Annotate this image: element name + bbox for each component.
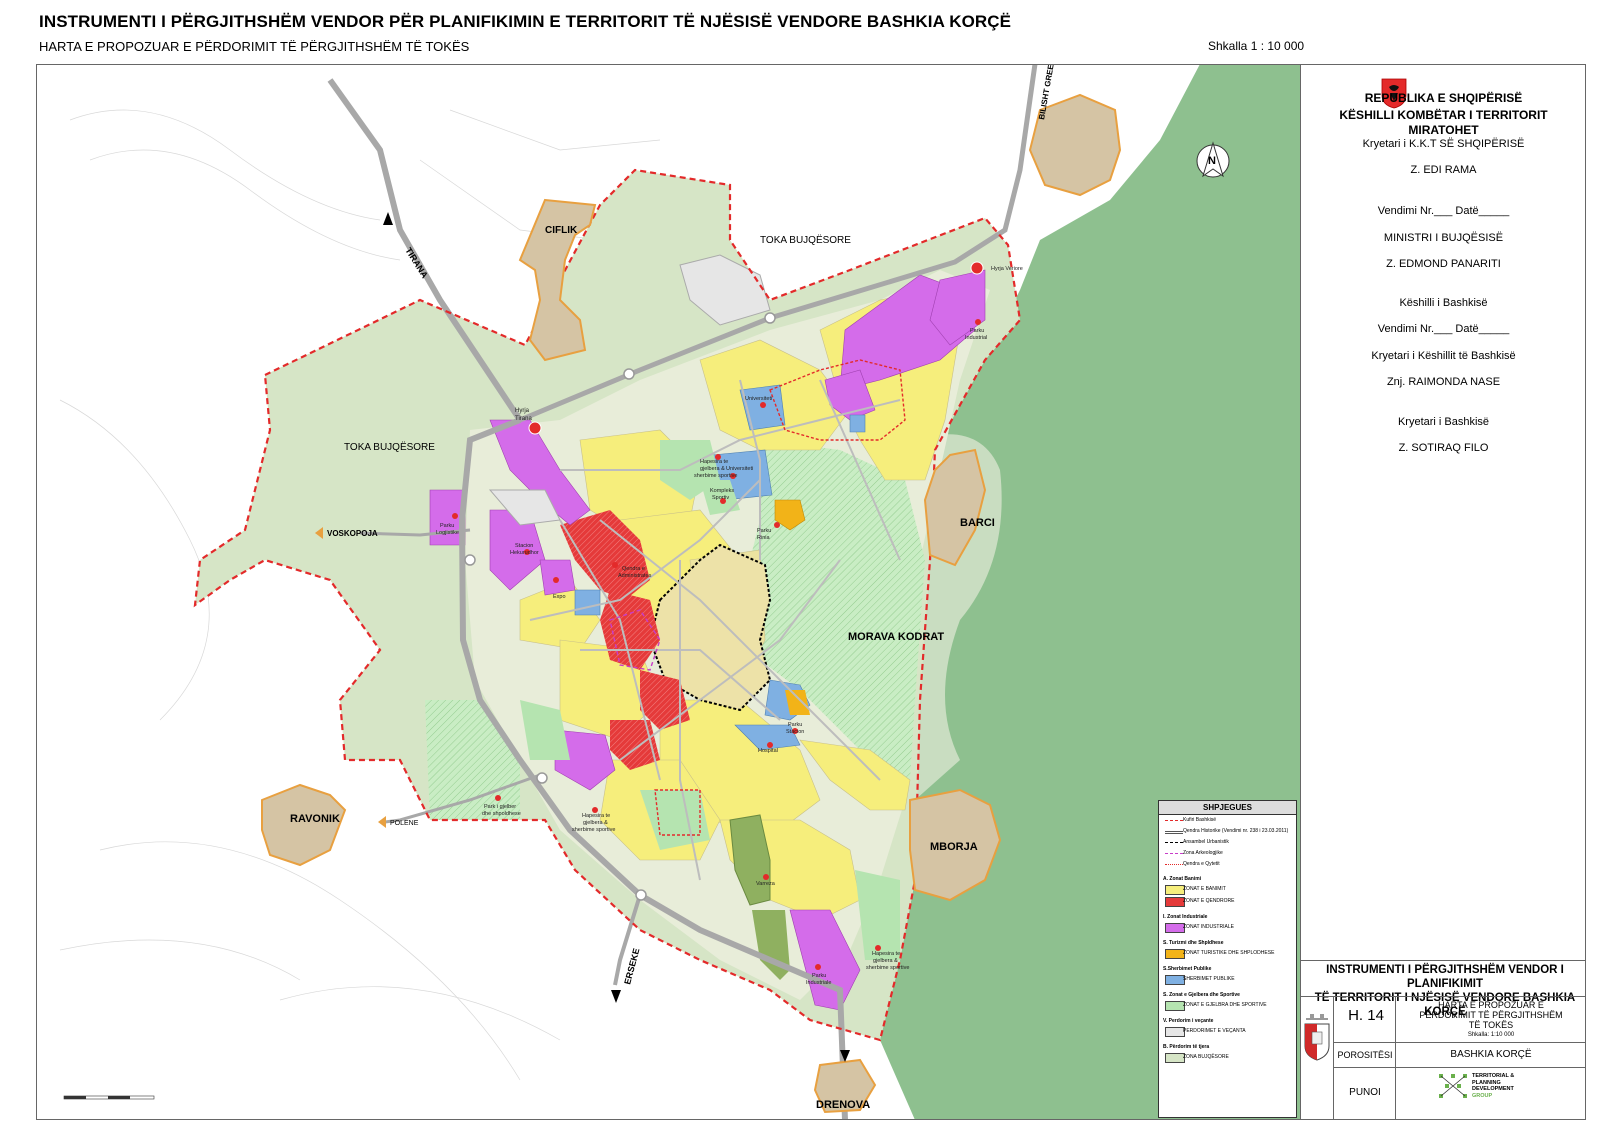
tpdg-logo-icon [1439,1074,1467,1098]
sidebar-vendimi-2: Vendimi Nr.___ Datë_____ [1377,323,1510,335]
sidebar-kryetari-kkt: Kryetari i K.K.T SË SHQIPËRISË [1362,138,1525,150]
sheet-scale: Shkalla: 1:10 000 [1467,1032,1515,1038]
sidebar-kkt: KËSHILLI KOMBËTAR I TERRITORIT [1339,108,1548,122]
porositesi-label: POROSITËSI [1337,1050,1393,1060]
sheet-title: HARTA E PROPOZUAR E PËRDORIMIT TË PËRGJI… [1398,1000,1584,1040]
sidebar-kryetari-bashkise: Kryetari i Bashkisë [1397,416,1490,428]
punoi-value-4: GROUP [1472,1092,1493,1099]
legend-swatch [1165,923,1185,933]
legend-item-label: SHERBIMET PUBLIKE [1183,976,1235,982]
legend-line-swatch [1165,853,1183,854]
legend-swatch [1165,1053,1185,1063]
sidebar-panariti: Z. EDMOND PANARITI [1386,258,1501,270]
legend-line-label: Ansambel Urbanistik [1183,839,1229,845]
legend-item-label: ZONAT E BANIMIT [1183,886,1226,892]
legend-swatch [1165,1001,1185,1011]
legend-item-label: ZONA BUJQËSORE [1183,1054,1229,1060]
legend-item-label: ZONAT INDUSTRIALE [1183,924,1234,930]
sheet-title-3: TË TOKËS [1468,1020,1514,1030]
legend-group-head: S.Sherbimet Publike [1163,966,1212,972]
title-block-heading-1: INSTRUMENTI I PËRGJITHSHËM VENDOR I PLAN… [1326,964,1564,990]
legend-line-label: Zona Arkeologjike [1183,850,1223,856]
legend-line-swatch [1165,820,1183,821]
map-subtitle: HARTA E PROPOZUAR E PËRDORIMIT TË PËRGJI… [39,39,470,54]
punoi-value-3: DEVELOPMENT [1472,1086,1514,1092]
legend-group-head: A. Zonat Banimi [1163,876,1202,882]
map-scale: Shkalla 1 : 10 000 [1208,39,1305,53]
legend-item-label: PERDORIMET E VEÇANTA [1183,1028,1246,1034]
legend-swatch [1165,897,1185,907]
sheet-number: H. 14 [1348,1007,1384,1024]
sidebar-filo: Z. SOTIRAQ FILO [1398,442,1489,454]
legend-line-swatch [1165,864,1183,865]
sidebar-nase: Znj. RAIMONDA NASE [1386,376,1501,388]
legend-line-label: Kufiri Bashkisë [1183,817,1217,823]
legend-group-head: I. Zonat Industriale [1163,914,1208,920]
sidebar-republika: REPUBLIKA E SHQIPËRISË [1364,91,1523,105]
legend-group-head: S. Zonat e Gjelbera dhe Sportive [1163,992,1240,998]
map-frame [36,64,1301,1120]
porositesi-value: BASHKIA KORÇË [1450,1049,1532,1060]
legend-swatch [1165,975,1185,985]
legend-swatch [1165,949,1185,959]
korce-emblem-icon [1304,1014,1330,1061]
sheet-title-2: PËRDORIMIT TË PËRGJITHSHËM [1419,1010,1563,1020]
legend-group-head: V. Perdorim i veçante [1163,1018,1214,1024]
punoi-value-1: TERRITORIAL & [1472,1073,1515,1079]
legend-group-head: S. Turizmi dhe Shpldhese [1163,940,1224,946]
legend-swatch [1165,1027,1185,1037]
legend-item-label: ZONAT TURISTIKE DHE SHPLODHESE [1183,950,1275,956]
sidebar-keshilli: Këshilli i Bashkisë [1399,297,1488,309]
legend-group-head: B. Përdorim të tjera [1163,1044,1210,1050]
sidebar-vendimi-1: Vendimi Nr.___ Datë_____ [1377,205,1510,217]
legend-item-label: ZONAT E QENDRORE [1183,898,1235,904]
legend-panel: SHPJEGUES Kufiri Bashkisë Qendra Historik… [1158,800,1297,1118]
legend-line-swatch [1165,842,1183,843]
legend-item-label: ZONAT E GJELBRA DHE SPORTIVE [1183,1002,1267,1008]
sidebar-kryetari-keshillit: Kryetari i Këshillit të Bashkisë [1371,350,1516,362]
legend-title: SHPJEGUES [1159,801,1296,815]
map-title: INSTRUMENTI I PËRGJITHSHËM VENDOR PËR PL… [39,12,1012,31]
legend-line-swatch [1165,831,1183,834]
legend-swatch [1165,885,1185,895]
legend-line-label: Qendra Historike (Vendimi nr. 238 i 23.0… [1183,828,1289,834]
sheet-title-1: HARTA E PROPOZUAR E [1438,1000,1544,1010]
legend-line-label: Qendra e Qytetit [1183,861,1220,867]
sidebar-edi-rama: Z. EDI RAMA [1410,164,1477,176]
sidebar-ministri: MINISTRI I BUJQËSISË [1383,232,1504,244]
punoi-value: TERRITORIAL & PLANNING DEVELOPMENT GROUP [1472,1073,1514,1099]
sidebar-miratohet: MIRATOHET [1408,123,1479,137]
punoi-label: PUNOI [1349,1087,1381,1098]
